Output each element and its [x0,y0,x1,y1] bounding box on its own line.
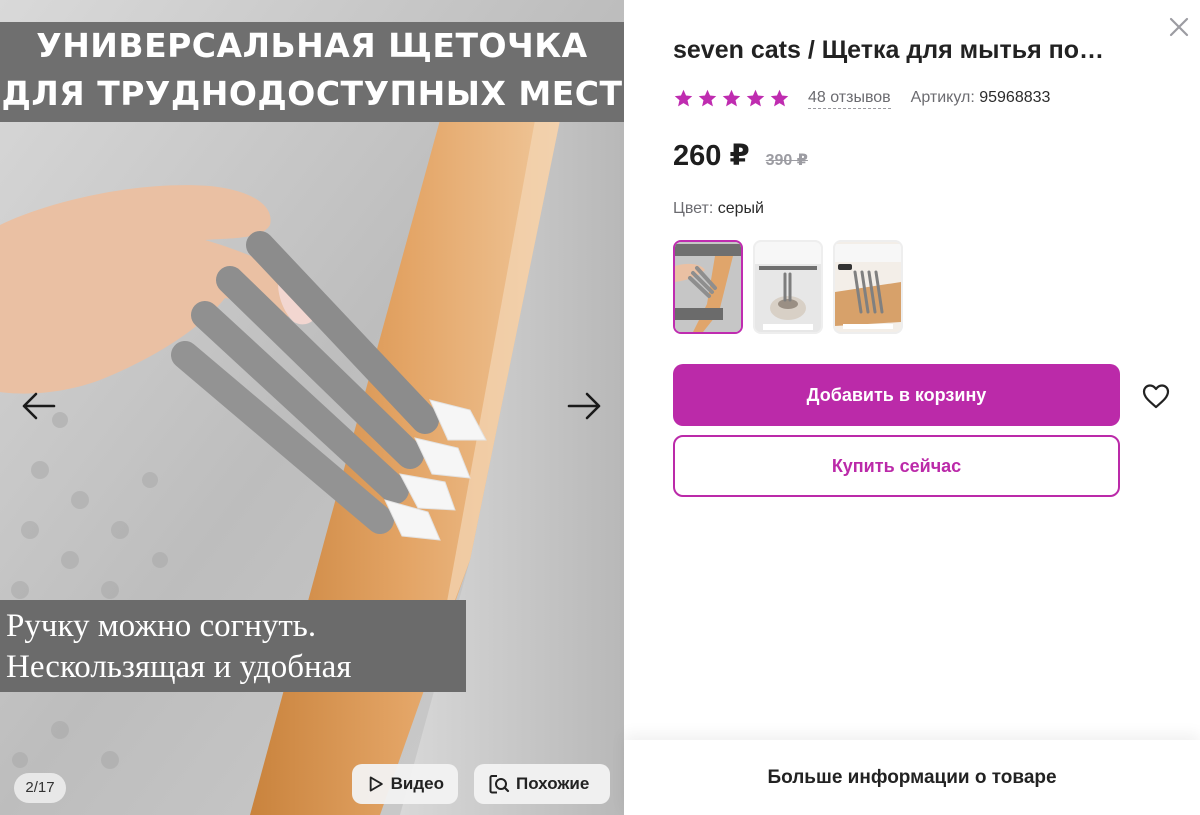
image-banner-top: УНИВЕРСАЛЬНАЯ ЩЕТОЧКА ДЛЯ ТРУДНОДОСТУПНЫ… [0,22,624,122]
more-info-button[interactable]: Больше информации о товаре [624,740,1200,815]
arrow-right-icon [567,392,601,420]
next-image-button[interactable] [565,386,605,426]
product-info-panel: seven cats / Щетка для мытья по… 48 отзы… [624,0,1200,815]
banner-bottom-line-2: Нескользящая и удобная [6,649,352,685]
variant-thumb-image [755,242,821,332]
banner-bottom-line-1: Ручку можно согнуть. [6,608,317,644]
current-price: 260 ₽ [673,140,750,172]
add-to-cart-button[interactable]: Добавить в корзину [673,364,1120,426]
banner-top-line-1: УНИВЕРСАЛЬНАЯ ЩЕТОЧКА [36,26,588,65]
color-row: Цвет: серый [673,200,764,218]
variant-thumb-2[interactable] [753,240,823,334]
variant-thumb-3[interactable] [833,240,903,334]
image-counter: 2/17 [14,773,66,803]
video-button[interactable]: Видео [352,764,458,804]
product-title[interactable]: seven cats / Щетка для мытья по… [673,36,1153,65]
buy-now-button[interactable]: Купить сейчас [673,435,1120,497]
heart-icon[interactable] [1140,380,1172,412]
price-row: 260 ₽ 390 ₽ [673,138,808,173]
sku-value: 95968833 [979,89,1051,106]
play-icon [369,776,383,792]
arrow-left-icon [22,392,56,420]
product-photo [0,0,624,815]
rating-stars [673,88,790,109]
similar-button-label: Похожие [516,774,590,793]
star-icon [674,89,693,106]
video-button-label: Видео [390,774,444,793]
image-gallery: УНИВЕРСАЛЬНАЯ ЩЕТОЧКА ДЛЯ ТРУДНОДОСТУПНЫ… [0,0,624,815]
sku-label: Артикул: [910,89,975,106]
star-icon [722,89,741,106]
variant-thumb-image [835,242,901,332]
variant-thumb-1[interactable] [673,240,743,334]
color-label: Цвет: [673,200,714,217]
color-value: серый [717,200,764,217]
reviews-link[interactable]: 48 отзывов [808,88,891,109]
old-price: 390 ₽ [765,152,808,169]
rating-row: 48 отзывов Артикул: 95968833 [673,86,1050,110]
variant-thumb-image [675,242,741,332]
previous-image-button[interactable] [18,386,58,426]
star-icon [770,89,789,106]
similar-button[interactable]: Похожие [474,764,610,804]
banner-top-line-2: ДЛЯ ТРУДНОДОСТУПНЫХ МЕСТ [1,74,623,113]
star-icon [698,89,717,106]
star-icon [746,89,765,106]
color-variants [673,240,903,334]
similar-search-icon [489,775,510,794]
image-banner-bottom: Ручку можно согнуть. Нескользящая и удоб… [0,600,466,692]
close-icon[interactable] [1166,14,1192,40]
sku: Артикул: 95968833 [911,89,1051,107]
product-quick-view: УНИВЕРСАЛЬНАЯ ЩЕТОЧКА ДЛЯ ТРУДНОДОСТУПНЫ… [0,0,1200,815]
